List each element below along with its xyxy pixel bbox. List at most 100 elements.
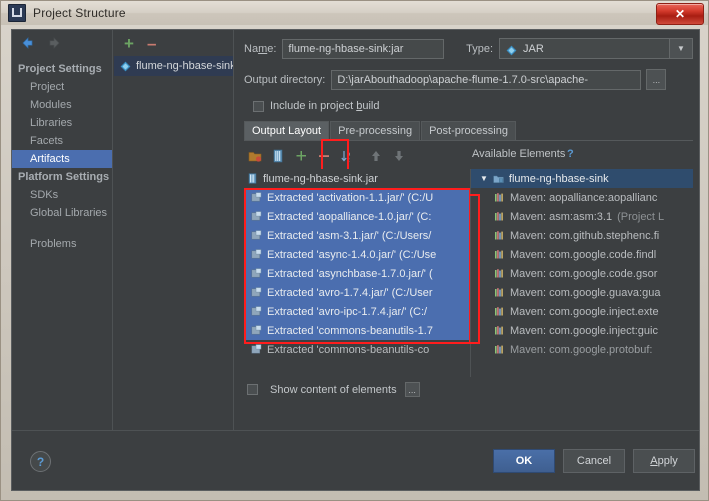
available-element-row[interactable]: Maven: com.google.protobuf:: [471, 340, 693, 359]
extracted-archive-icon: [251, 325, 262, 336]
sidebar-item-problems[interactable]: Problems: [12, 235, 112, 253]
close-icon[interactable]: ✕: [656, 3, 704, 25]
output-root-row[interactable]: flume-ng-hbase-sink.jar: [244, 169, 470, 188]
output-layout-row-label: Extracted 'avro-ipc-1.7.4.jar/' (C:/: [267, 305, 428, 318]
output-root-label: flume-ng-hbase-sink.jar: [263, 172, 378, 185]
remove-icon[interactable]: [317, 149, 331, 163]
available-element-row[interactable]: Maven: com.google.inject:guic: [471, 321, 693, 340]
available-elements-tree: ▼ flume-ng-hbase-sink Maven: aopalliance…: [471, 169, 693, 377]
tab-underline: [244, 140, 693, 141]
sidebar-group-project-settings: Project Settings: [18, 63, 102, 75]
ok-button[interactable]: OK: [493, 449, 555, 473]
window-titlebar: Project Structure ✕: [1, 1, 708, 25]
forward-arrow-icon[interactable]: [48, 36, 62, 50]
back-arrow-icon[interactable]: [20, 36, 34, 50]
remove-artifact-button[interactable]: –: [147, 35, 156, 52]
add-directory-icon[interactable]: [248, 149, 262, 163]
add-archive-icon[interactable]: [271, 149, 285, 163]
sidebar-item-project[interactable]: Project: [12, 78, 112, 96]
include-in-build-label: Include in project build: [270, 100, 380, 112]
sidebar-item-global-libraries[interactable]: Global Libraries: [12, 204, 112, 222]
layout-panes: flume-ng-hbase-sink.jar Extracted 'activ…: [244, 169, 693, 377]
available-element-label: Maven: com.google.inject.exte: [510, 305, 659, 318]
available-element-label: Maven: com.google.code.findl: [510, 248, 657, 261]
sidebar-item-libraries[interactable]: Libraries: [12, 114, 112, 132]
available-element-row[interactable]: Maven: com.google.inject.exte: [471, 302, 693, 321]
available-elements-help-icon[interactable]: ?: [567, 148, 574, 160]
extracted-archive-icon: [251, 344, 262, 355]
svg-text:z: z: [347, 158, 350, 164]
output-directory-input[interactable]: D:\jarAbouthadoop\apache-flume-1.7.0-src…: [331, 69, 642, 90]
name-type-row: Name: flume-ng-hbase-sink:jar Type: JAR …: [244, 38, 693, 59]
available-root-row[interactable]: ▼ flume-ng-hbase-sink: [471, 169, 693, 188]
sidebar-item-sdks[interactable]: SDKs: [12, 186, 112, 204]
maven-library-icon: [494, 192, 505, 203]
output-layout-toolbar: a z Available Elements ?: [244, 139, 693, 171]
available-element-row[interactable]: Maven: com.github.stephenc.fi: [471, 226, 693, 245]
move-up-icon[interactable]: [369, 149, 383, 163]
sidebar-item-facets[interactable]: Facets: [12, 132, 112, 150]
artifact-name-input[interactable]: flume-ng-hbase-sink:jar: [282, 38, 445, 59]
output-layout-row[interactable]: Extracted 'avro-1.7.4.jar/' (C:/User: [244, 283, 470, 302]
output-layout-row[interactable]: Extracted 'aopalliance-1.0.jar/' (C:: [244, 207, 470, 226]
detail-tabs: Output Layout Pre-processing Post-proces…: [244, 121, 693, 140]
extracted-archive-icon: [251, 211, 262, 222]
available-element-row[interactable]: Maven: com.google.guava:gua: [471, 283, 693, 302]
maven-library-icon: [494, 344, 505, 355]
maven-library-icon: [494, 268, 505, 279]
add-artifact-button[interactable]: +: [124, 35, 134, 52]
sidebar-divider: [12, 222, 112, 235]
cancel-button[interactable]: Cancel: [563, 449, 625, 473]
extracted-archive-icon: [251, 192, 262, 203]
available-root-label: flume-ng-hbase-sink: [508, 172, 609, 185]
output-layout-row[interactable]: Extracted 'asynchbase-1.7.0.jar/' (: [244, 264, 470, 283]
chevron-down-icon[interactable]: ▼: [480, 174, 488, 183]
output-layout-row[interactable]: Extracted 'commons-beanutils-1.7: [244, 321, 470, 340]
include-in-build-checkbox[interactable]: [253, 100, 264, 112]
available-element-label: Maven: com.google.code.gsor: [510, 267, 658, 280]
extracted-archive-icon: [251, 249, 262, 260]
move-down-icon[interactable]: [392, 149, 406, 163]
show-content-options-button[interactable]: ...: [404, 382, 420, 397]
available-element-row[interactable]: Maven: asm:asm:3.1 (Project L: [471, 207, 693, 226]
apply-button[interactable]: Apply: [633, 449, 695, 473]
output-layout-row[interactable]: Extracted 'commons-beanutils-co: [244, 340, 470, 359]
sidebar-item-modules[interactable]: Modules: [12, 96, 112, 114]
tab-post-processing[interactable]: Post-processing: [421, 121, 516, 140]
available-element-label: Maven: asm:asm:3.1: [510, 210, 613, 223]
sidebar-nav-list: Project Settings Project Modules Librari…: [12, 56, 112, 253]
maven-library-icon: [494, 287, 505, 298]
artifact-list-item[interactable]: flume-ng-hbase-sink:jar: [114, 56, 233, 76]
type-label: Type:: [466, 42, 494, 55]
settings-sidebar: Project Settings Project Modules Librari…: [12, 30, 113, 442]
chevron-down-icon[interactable]: ▼: [669, 39, 692, 58]
available-element-row[interactable]: Maven: com.google.code.findl: [471, 245, 693, 264]
jar-artifact-icon: [120, 61, 131, 72]
help-icon[interactable]: ?: [30, 451, 51, 472]
browse-directory-button[interactable]: ...: [646, 69, 667, 90]
tab-pre-processing[interactable]: Pre-processing: [330, 121, 421, 140]
tab-output-layout[interactable]: Output Layout: [244, 121, 330, 140]
maven-library-icon: [494, 211, 505, 222]
output-layout-tree: flume-ng-hbase-sink.jar Extracted 'activ…: [244, 169, 471, 377]
output-layout-row[interactable]: Extracted 'avro-ipc-1.7.4.jar/' (C:/: [244, 302, 470, 321]
artifacts-toolbar: + –: [114, 30, 233, 56]
output-layout-row[interactable]: Extracted 'asm-3.1.jar/' (C:/Users/: [244, 226, 470, 245]
output-layout-row-label: Extracted 'asm-3.1.jar/' (C:/Users/: [267, 229, 432, 242]
available-element-row[interactable]: Maven: com.google.code.gsor: [471, 264, 693, 283]
available-element-row[interactable]: Maven: aopalliance:aopallianc: [471, 188, 693, 207]
sidebar-item-artifacts[interactable]: Artifacts: [12, 150, 112, 168]
add-copy-icon[interactable]: [294, 149, 308, 163]
available-element-suffix: (Project L: [617, 210, 665, 223]
artifact-type-value: JAR: [523, 42, 544, 55]
artifact-type-select[interactable]: JAR ▼: [499, 38, 693, 59]
sort-icon[interactable]: a z: [340, 149, 354, 164]
intellij-idea-icon: [8, 4, 26, 22]
maven-library-icon: [494, 249, 505, 260]
output-layout-row[interactable]: Extracted 'activation-1.1.jar/' (C:/U: [244, 188, 470, 207]
dialog-button-bar: ? OK Cancel Apply: [12, 430, 699, 490]
jar-artifact-icon: [506, 43, 517, 56]
output-layout-row[interactable]: Extracted 'async-1.4.0.jar/' (C:/Use: [244, 245, 470, 264]
show-content-checkbox[interactable]: [247, 384, 258, 395]
artifact-detail-panel: Name: flume-ng-hbase-sink:jar Type: JAR …: [235, 30, 699, 430]
